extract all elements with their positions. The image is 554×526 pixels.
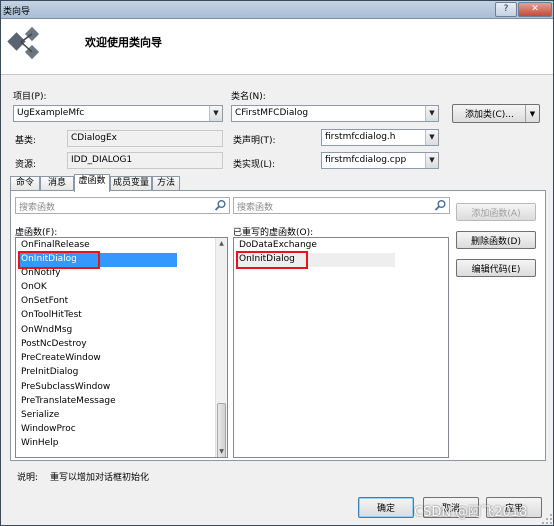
list-item[interactable]: PostNcDestroy <box>21 338 87 351</box>
class-wizard-logo-icon <box>7 26 40 60</box>
list-item[interactable]: WindowProc <box>21 423 76 436</box>
resize-grip-icon[interactable] <box>541 513 553 525</box>
chevron-down-icon[interactable]: ▼ <box>425 106 438 121</box>
search-input-functions[interactable]: 搜索函数 <box>15 197 230 214</box>
list-item[interactable]: OnToolHitTest <box>21 309 82 322</box>
class-implementation-combo[interactable]: firstmfcdialog.cpp ▼ <box>321 152 439 169</box>
virtual-functions-list[interactable]: OnFinalRelease OnInitDialog OnNotify OnO… <box>15 237 228 458</box>
chevron-down-icon[interactable]: ▼ <box>425 153 438 168</box>
resource-field: IDD_DIALOG1 <box>67 152 223 169</box>
project-combo[interactable]: UgExampleMfc ▼ <box>13 105 223 122</box>
list-item[interactable]: OnOK <box>21 281 47 294</box>
search-icon[interactable] <box>214 199 227 212</box>
window-title: 类向导 <box>3 7 31 17</box>
project-label: 项目(P): <box>13 92 47 102</box>
add-class-label: 添加类(C)... <box>465 110 514 120</box>
base-class-value: CDialogEx <box>71 133 117 143</box>
class-implementation-value: firstmfcdialog.cpp <box>325 155 407 165</box>
search-icon[interactable] <box>434 199 447 212</box>
list-item[interactable]: OnWndMsg <box>21 324 72 337</box>
chevron-down-icon[interactable]: ▼ <box>525 105 539 122</box>
classname-value: CFirstMFCDialog <box>235 108 309 118</box>
help-button[interactable]: ? <box>495 2 517 17</box>
list-item[interactable]: PreSubclassWindow <box>21 381 110 394</box>
class-declaration-value: firstmfcdialog.h <box>325 132 396 142</box>
close-button[interactable]: ✕ <box>518 2 552 17</box>
list-item[interactable]: OnSetFont <box>21 295 68 308</box>
list-item[interactable]: PreInitDialog <box>21 366 78 379</box>
list-item[interactable]: PreCreateWindow <box>21 352 101 365</box>
delete-function-button[interactable]: 删除函数(D) <box>456 231 536 249</box>
class-wizard-window: 类向导 ? ✕ 欢迎使用类向导 项目(P): UgExampleMfc ▼ 类名… <box>0 0 554 526</box>
search-input-overridden[interactable]: 搜索函数 <box>233 197 450 214</box>
wizard-header: 欢迎使用类向导 <box>1 19 553 75</box>
search-placeholder: 搜索函数 <box>19 203 56 213</box>
resource-value: IDD_DIALOG1 <box>71 155 133 165</box>
classname-combo[interactable]: CFirstMFCDialog ▼ <box>231 105 439 122</box>
scroll-up-icon[interactable]: ▲ <box>216 238 227 249</box>
vertical-scrollbar[interactable]: ▲ ▼ <box>215 238 227 457</box>
list-item[interactable]: WinHelp <box>21 437 58 450</box>
search-placeholder: 搜索函数 <box>237 203 274 213</box>
project-value: UgExampleMfc <box>17 108 85 118</box>
add-class-button[interactable]: 添加类(C)... ▼ <box>452 104 540 123</box>
tab-messages[interactable]: 消息 <box>40 176 74 191</box>
base-class-field: CDialogEx <box>67 130 223 147</box>
watermark: CSDN @阿飞2018 <box>414 505 528 520</box>
tab-virtual-functions[interactable]: 虚函数 <box>74 174 110 192</box>
class-declaration-combo[interactable]: firstmfcdialog.h ▼ <box>321 129 439 146</box>
highlight-box <box>236 251 308 269</box>
tab-methods[interactable]: 方法 <box>152 176 180 191</box>
base-class-label: 基类: <box>15 136 37 146</box>
chevron-down-icon[interactable]: ▼ <box>209 106 222 121</box>
list-item[interactable]: PreTranslateMessage <box>21 395 116 408</box>
description-row: 说明: 重写以增加对话框初始化 <box>17 470 149 483</box>
class-declaration-label: 类声明(T): <box>233 136 276 146</box>
tab-commands[interactable]: 命令 <box>10 176 40 191</box>
edit-code-button[interactable]: 编辑代码(E) <box>456 259 536 277</box>
overridden-functions-list[interactable]: DoDataExchange OnInitDialog <box>233 237 449 458</box>
ok-button[interactable]: 确定 <box>358 497 414 518</box>
chevron-down-icon[interactable]: ▼ <box>425 130 438 145</box>
class-implementation-label: 类实现(L): <box>233 160 276 170</box>
list-item[interactable]: Serialize <box>21 409 59 422</box>
classname-label: 类名(N): <box>231 92 266 102</box>
description-text: 重写以增加对话框初始化 <box>50 473 150 483</box>
page-title: 欢迎使用类向导 <box>85 36 162 49</box>
virtual-functions-panel: 搜索函数 搜索函数 添加函数(A) 删除函数(D) 编辑代码(E) 虚函数(F)… <box>10 190 546 461</box>
description-label: 说明: <box>17 473 39 483</box>
resource-label: 资源: <box>15 160 37 170</box>
highlight-box <box>18 251 100 269</box>
add-function-button[interactable]: 添加函数(A) <box>456 203 536 221</box>
title-bar[interactable]: 类向导 ? ✕ <box>1 1 553 19</box>
tab-member-variables[interactable]: 成员变量 <box>110 176 152 191</box>
scroll-down-icon[interactable]: ▼ <box>216 446 227 457</box>
